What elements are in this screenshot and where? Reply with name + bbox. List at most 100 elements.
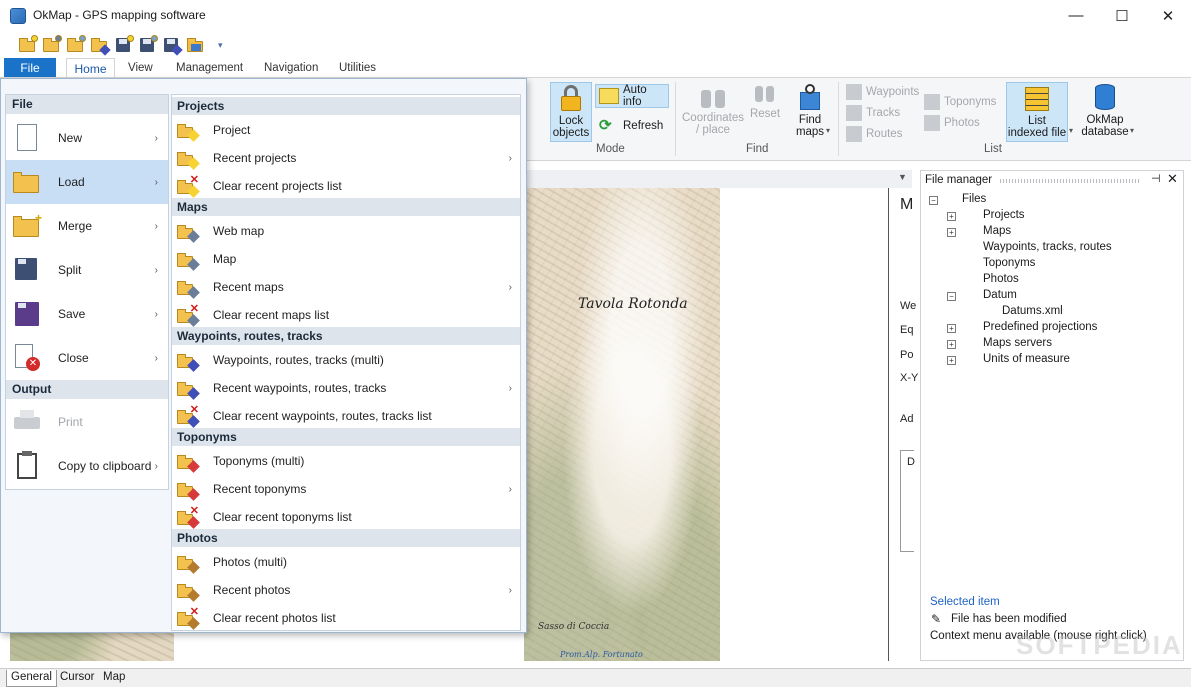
menu-item-maps[interactable]: Map: [172, 245, 520, 273]
expand-icon[interactable]: −: [947, 292, 956, 301]
tab-management[interactable]: Management: [176, 62, 243, 74]
section-header-maps: Maps: [172, 198, 520, 216]
tree-item[interactable]: Predefined projections: [983, 321, 1097, 333]
menu-item-label: Recent maps: [213, 280, 284, 294]
menu-item-label: Web map: [213, 224, 265, 238]
tab-view[interactable]: View: [128, 62, 153, 74]
open-map-icon[interactable]: [42, 35, 62, 55]
customize-quick-access-icon[interactable]: ▾: [218, 40, 223, 51]
expand-icon[interactable]: +: [947, 212, 956, 221]
menu-item-photos[interactable]: Recent photos ›: [172, 576, 520, 604]
refresh-button[interactable]: ⟳ Refresh: [599, 116, 663, 136]
find-maps-dropdown-icon[interactable]: ▾: [826, 126, 830, 135]
menu-item-toponyms[interactable]: Toponyms (multi): [172, 447, 520, 475]
tab-utilities[interactable]: Utilities: [339, 62, 376, 74]
list-indexed-file-button[interactable]: List indexed file: [1006, 82, 1068, 142]
toponyms-label: Toponyms: [944, 96, 997, 108]
okmap-database-button[interactable]: OkMap database: [1078, 84, 1132, 138]
expand-icon[interactable]: +: [947, 356, 956, 365]
open-waypoints-icon[interactable]: [90, 35, 111, 56]
menu-item-copy-clipboard[interactable]: Copy to clipboard ›: [6, 444, 168, 488]
tracks-list-button[interactable]: Tracks: [846, 105, 900, 121]
tab-home[interactable]: Home: [66, 58, 115, 78]
close-panel-icon[interactable]: ✕: [1167, 171, 1178, 187]
tree-item[interactable]: Datum: [983, 289, 1017, 301]
tracks-icon: [846, 105, 862, 121]
tab-general[interactable]: General: [6, 670, 57, 687]
menu-item-projects[interactable]: Project: [172, 116, 520, 144]
menu-item-print[interactable]: Print: [6, 400, 168, 444]
menu-item-maps[interactable]: Web map: [172, 217, 520, 245]
expand-icon[interactable]: +: [947, 324, 956, 333]
menu-item-wrt[interactable]: ✕ Clear recent waypoints, routes, tracks …: [172, 402, 520, 430]
tree-item[interactable]: Maps servers: [983, 337, 1052, 349]
minimize-button[interactable]: —: [1053, 0, 1099, 31]
waypoints-list-button[interactable]: Waypoints: [846, 84, 919, 100]
tree-item[interactable]: Toponyms: [983, 257, 1035, 269]
split-icon: [12, 255, 42, 285]
menu-item-close[interactable]: ✕ Close ›: [6, 336, 168, 380]
tab-file[interactable]: File: [4, 58, 56, 77]
menu-item-wrt[interactable]: Recent waypoints, routes, tracks ›: [172, 374, 520, 402]
tab-map[interactable]: Map: [99, 670, 129, 687]
tree-root[interactable]: Files: [962, 193, 986, 205]
list-indexed-dropdown-icon[interactable]: ▾: [1069, 126, 1073, 135]
toponyms-icon: [924, 94, 940, 110]
map-place-label: Prom.Alp. Fortunato: [560, 650, 643, 659]
menu-item-label: Clear recent waypoints, routes, tracks l…: [213, 409, 432, 423]
expand-icon[interactable]: +: [947, 228, 956, 237]
menu-item-new[interactable]: New ›: [6, 116, 168, 160]
tree-item[interactable]: Waypoints, tracks, routes: [983, 241, 1112, 253]
reset-button[interactable]: Reset: [748, 84, 782, 120]
okmap-db-dropdown-icon[interactable]: ▾: [1130, 126, 1134, 135]
tree-item[interactable]: Maps: [983, 225, 1011, 237]
tree-item-datums-xml[interactable]: Datums.xml: [1002, 305, 1063, 317]
menu-item-maps[interactable]: ✕ Clear recent maps list: [172, 301, 520, 329]
menu-item-photos[interactable]: ✕ Clear recent photos list: [172, 604, 520, 632]
auto-info-button[interactable]: Auto info: [595, 84, 669, 108]
open-file-icon: [177, 248, 200, 271]
recent-files-icon: [177, 276, 200, 299]
panel-grip[interactable]: [1000, 179, 1140, 183]
merge-folder-icon: +: [12, 211, 42, 241]
tree-item[interactable]: Photos: [983, 273, 1019, 285]
folder-icon[interactable]: [186, 35, 206, 55]
menu-item-label: Clear recent photos list: [213, 611, 336, 625]
open-web-map-icon[interactable]: [66, 35, 86, 55]
photos-list-button[interactable]: Photos: [924, 115, 980, 131]
maximize-button[interactable]: ☐: [1099, 0, 1145, 31]
tab-navigation[interactable]: Navigation: [264, 62, 318, 74]
menu-item-projects[interactable]: ✕ Clear recent projects list: [172, 172, 520, 200]
expand-icon[interactable]: +: [947, 340, 956, 349]
expand-icon[interactable]: −: [929, 196, 938, 205]
map-view[interactable]: [524, 188, 720, 661]
menu-item-projects[interactable]: Recent projects ›: [172, 144, 520, 172]
menu-item-merge[interactable]: + Merge ›: [6, 204, 168, 248]
menu-item-label: Toponyms (multi): [213, 454, 305, 468]
save-waypoints-icon[interactable]: [162, 35, 183, 56]
menu-item-wrt[interactable]: Waypoints, routes, tracks (multi): [172, 346, 520, 374]
menu-item-save[interactable]: Save ›: [6, 292, 168, 336]
toponyms-list-button[interactable]: Toponyms: [924, 94, 996, 110]
menu-item-photos[interactable]: Photos (multi): [172, 548, 520, 576]
tree-item[interactable]: Projects: [983, 209, 1025, 221]
selected-item-label: Selected item: [930, 596, 1000, 608]
find-maps-button[interactable]: Find maps: [790, 84, 830, 138]
coordinates-place-button[interactable]: Coordinates / place: [682, 84, 744, 136]
close-window-button[interactable]: ✕: [1145, 0, 1191, 31]
menu-item-load[interactable]: Load ›: [6, 160, 168, 204]
menu-item-split[interactable]: Split ›: [6, 248, 168, 292]
menu-item-toponyms[interactable]: ✕ Clear recent toponyms list: [172, 503, 520, 531]
open-project-icon[interactable]: [18, 35, 38, 55]
pin-icon[interactable]: ⊣: [1151, 172, 1161, 185]
file-menu-right-pane: Projects Project Recent projects › ✕ Clear re…: [171, 94, 521, 631]
document-dropdown-icon[interactable]: ▼: [898, 172, 907, 182]
menu-item-toponyms[interactable]: Recent toponyms ›: [172, 475, 520, 503]
tab-cursor[interactable]: Cursor: [56, 670, 99, 687]
menu-item-maps[interactable]: Recent maps ›: [172, 273, 520, 301]
lock-objects-button[interactable]: Lock objects: [550, 82, 592, 142]
save-map-icon[interactable]: [138, 35, 158, 55]
tree-item[interactable]: Units of measure: [983, 353, 1070, 365]
routes-list-button[interactable]: Routes: [846, 126, 902, 142]
save-project-icon[interactable]: [114, 35, 134, 55]
